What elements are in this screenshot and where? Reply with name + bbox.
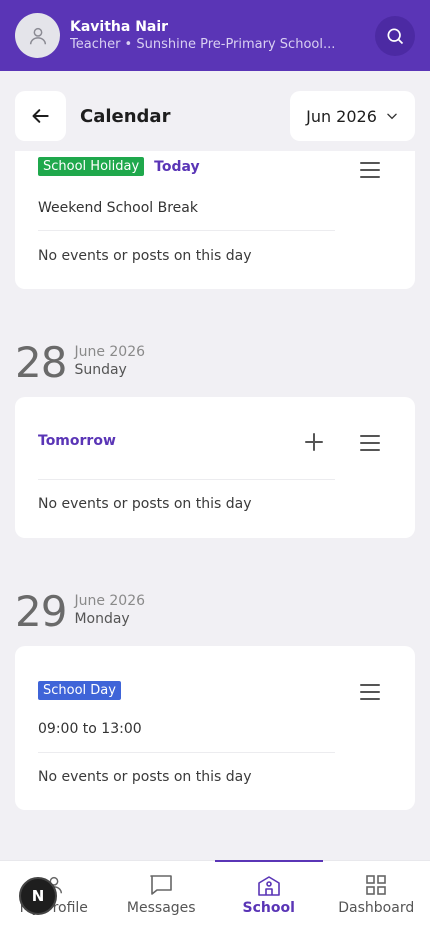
grid-icon — [366, 875, 387, 895]
empty-state-text: No events or posts on this day — [38, 496, 252, 512]
date-heading-28: 28 June 2026 Sunday — [15, 341, 145, 385]
date-number: 29 — [15, 587, 67, 636]
tomorrow-label: Tomorrow — [38, 433, 116, 449]
app-bar: Kavitha Nair Teacher • Sunshine Pre-Prim… — [0, 0, 430, 71]
person-icon — [29, 27, 46, 44]
nav-item-dashboard[interactable]: Dashboard — [323, 861, 430, 932]
date-weekday: Monday — [74, 611, 130, 627]
search-icon — [387, 28, 404, 44]
bottom-nav: My Profile Messages School Dashboard — [0, 860, 430, 932]
date-month: June 2026 — [74, 593, 146, 609]
back-button[interactable] — [15, 91, 66, 141]
nav-item-school[interactable]: School — [215, 860, 323, 932]
divider — [38, 752, 335, 753]
nav-item-messages[interactable]: Messages — [108, 861, 216, 932]
today-label: Today — [154, 158, 200, 175]
school-holiday-badge: School Holiday — [38, 157, 145, 176]
user-name: Kavitha Nair — [70, 18, 169, 35]
date-month: June 2026 — [74, 344, 146, 360]
chevron-down-icon — [387, 113, 397, 120]
profile-initial-button[interactable]: N — [19, 877, 57, 915]
menu-icon[interactable] — [360, 434, 380, 452]
nav-label: Messages — [126, 900, 196, 916]
add-icon[interactable] — [305, 433, 323, 451]
empty-state-text: No events or posts on this day — [38, 769, 252, 785]
page-title: Calendar — [80, 105, 171, 127]
divider — [38, 230, 335, 231]
avatar[interactable] — [15, 13, 60, 58]
menu-icon[interactable] — [360, 161, 380, 179]
calendar-screen: Kavitha Nair Teacher • Sunshine Pre-Prim… — [0, 0, 430, 932]
search-button[interactable] — [375, 15, 415, 56]
day-card-today: School Holiday Today Weekend School Brea… — [15, 151, 415, 289]
menu-icon[interactable] — [360, 683, 380, 701]
event-title[interactable]: Weekend School Break — [38, 200, 198, 216]
calendar-header: Calendar Jun 2026 — [15, 91, 415, 141]
chat-icon — [150, 875, 173, 895]
date-weekday: Sunday — [74, 362, 127, 378]
arrow-left-icon — [32, 109, 49, 123]
day-card-29: School Day 09:00 to 13:00 No events or p… — [15, 646, 415, 810]
day-list[interactable]: School Holiday Today Weekend School Brea… — [0, 151, 430, 860]
nav-label: School — [242, 900, 295, 916]
divider — [38, 479, 335, 480]
empty-state-text: No events or posts on this day — [38, 248, 252, 264]
user-info: Kavitha Nair Teacher • Sunshine Pre-Prim… — [70, 18, 365, 54]
nav-label: Dashboard — [338, 900, 415, 916]
month-select-value: Jun 2026 — [306, 106, 377, 126]
date-heading-29: 29 June 2026 Monday — [15, 590, 145, 634]
date-number: 28 — [15, 338, 67, 387]
day-card-28: Tomorrow No events or posts on this day — [15, 397, 415, 538]
user-role: Teacher • Sunshine Pre-Primary School... — [70, 36, 336, 52]
month-select[interactable]: Jun 2026 — [290, 91, 415, 141]
school-icon — [257, 876, 280, 896]
school-day-badge: School Day — [38, 681, 121, 700]
event-time[interactable]: 09:00 to 13:00 — [38, 721, 142, 737]
